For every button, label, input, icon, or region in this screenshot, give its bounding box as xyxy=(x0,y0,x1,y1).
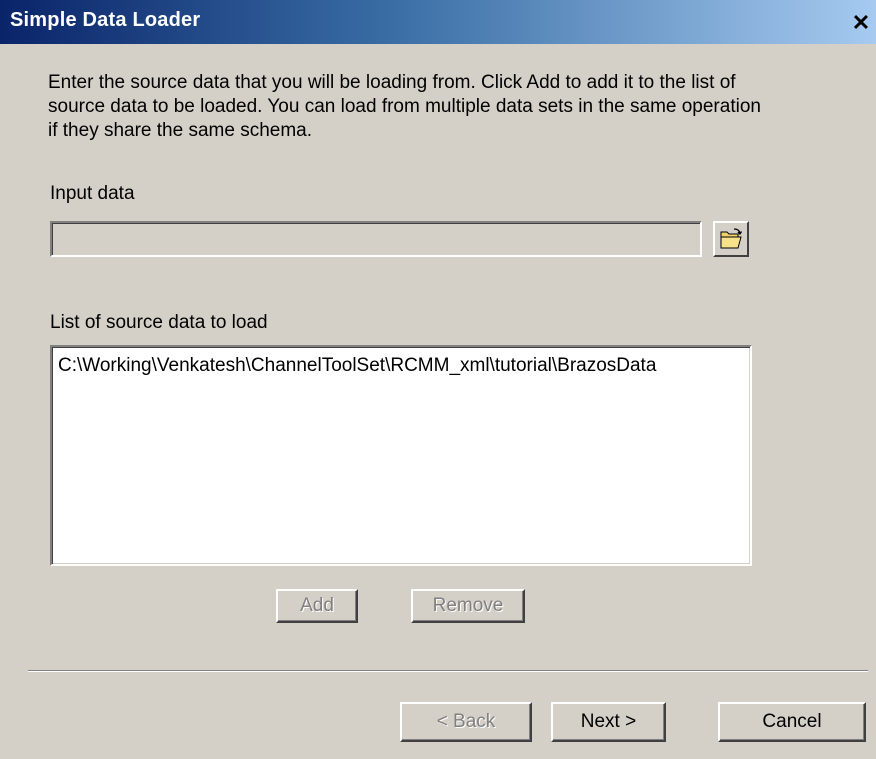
simple-data-loader-dialog: Simple Data Loader ✕ Enter the source da… xyxy=(0,0,876,759)
back-button[interactable]: < Back xyxy=(400,702,532,742)
close-icon: ✕ xyxy=(851,10,871,35)
cancel-button[interactable]: Cancel xyxy=(718,702,866,742)
list-item[interactable]: C:\Working\Venkatesh\ChannelToolSet\RCMM… xyxy=(52,347,750,377)
next-button[interactable]: Next > xyxy=(551,702,666,742)
browse-button[interactable] xyxy=(713,221,749,257)
input-data-field[interactable] xyxy=(50,221,702,257)
footer-separator xyxy=(28,670,868,672)
source-list-label: List of source data to load xyxy=(50,312,268,333)
open-folder-icon xyxy=(720,228,743,249)
window-title: Simple Data Loader xyxy=(10,9,201,31)
add-button[interactable]: Add xyxy=(276,589,358,623)
title-bar[interactable]: Simple Data Loader ✕ xyxy=(0,0,876,44)
close-button[interactable]: ✕ xyxy=(850,12,872,34)
input-data-label: Input data xyxy=(50,183,135,204)
source-data-listbox[interactable]: C:\Working\Venkatesh\ChannelToolSet\RCMM… xyxy=(50,345,752,566)
remove-button[interactable]: Remove xyxy=(411,589,525,623)
instructions-text: Enter the source data that you will be l… xyxy=(48,72,761,141)
